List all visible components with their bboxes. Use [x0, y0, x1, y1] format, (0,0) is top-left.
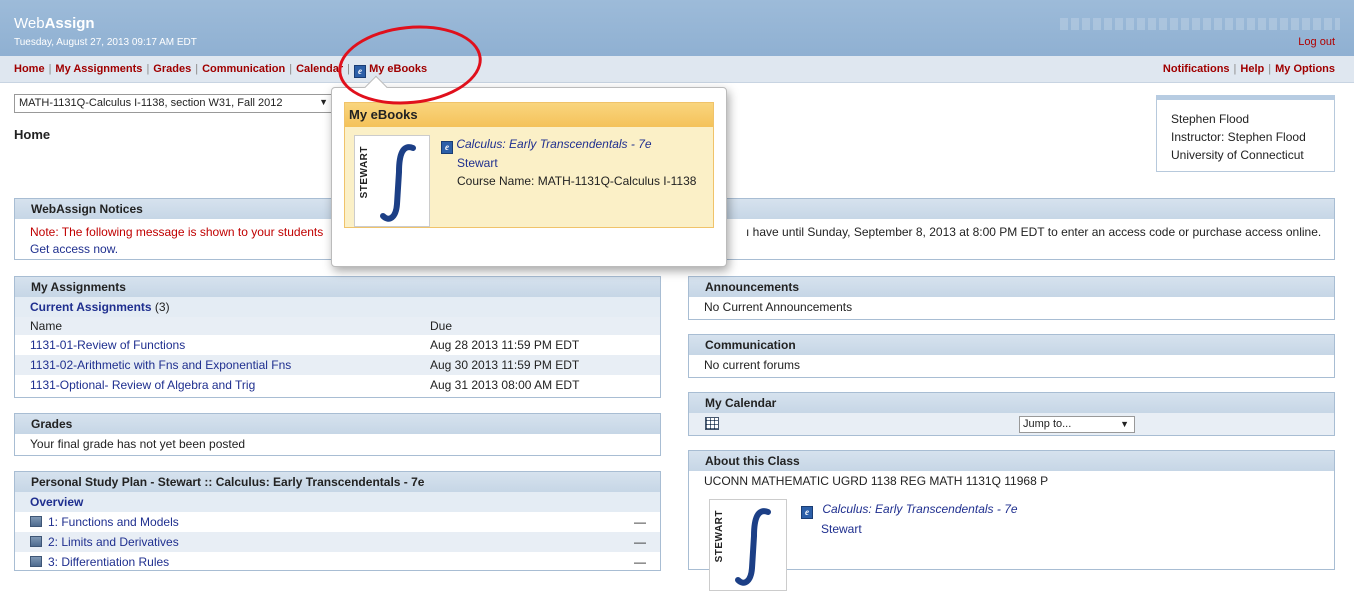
integral-sign-icon — [735, 508, 771, 586]
nav-help[interactable]: Help — [1240, 63, 1264, 75]
nav-my-options[interactable]: My Options — [1275, 63, 1335, 75]
calendar-panel: My Calendar Jump to... ▼ — [688, 392, 1335, 436]
user-school: University of Connecticut — [1171, 148, 1304, 162]
chapter-link[interactable]: 3: Differentiation Rules — [48, 555, 169, 569]
assignment-due: Aug 28 2013 11:59 PM EDT — [430, 338, 580, 352]
logout-link[interactable]: Log out — [1298, 36, 1335, 48]
about-class-panel: About this Class UCONN MATHEMATIC UGRD 1… — [688, 450, 1335, 591]
assignment-link[interactable]: 1131-Optional- Review of Algebra and Tri… — [30, 378, 255, 392]
popup-course-name: Course Name: MATH-1131Q-Calculus I-1138 — [457, 174, 697, 188]
communication-text: No current forums — [704, 358, 801, 372]
chapter-link[interactable]: 1: Functions and Models — [48, 515, 179, 529]
table-row: 1131-Optional- Review of Algebra and Tri… — [15, 375, 660, 395]
nav-my-assignments[interactable]: My Assignments — [55, 63, 142, 75]
grades-panel: Grades Your final grade has not yet been… — [14, 413, 661, 456]
book-cover-image[interactable]: STEWART — [709, 499, 787, 591]
notice-message-red: Note: The following message is shown to … — [30, 225, 324, 239]
assignments-header-row: Name Due — [15, 317, 660, 335]
user-info-box: Stephen Flood Instructor: Stephen Flood … — [1156, 95, 1335, 172]
nav-communication[interactable]: Communication — [202, 63, 285, 75]
current-assignments-count: (3) — [154, 300, 170, 314]
chapter-link[interactable]: 2: Limits and Derivatives — [48, 535, 179, 549]
current-datetime: Tuesday, August 27, 2013 09:17 AM EDT — [14, 37, 197, 48]
nav-right: Notifications | Help | My Options — [1162, 63, 1335, 75]
nav-grades[interactable]: Grades — [153, 63, 191, 75]
about-book-title-link[interactable]: Calculus: Early Transcendentals - 7e — [822, 502, 1017, 516]
announcements-title: Announcements — [689, 277, 1334, 297]
assignment-due: Aug 30 2013 11:59 PM EDT — [430, 358, 580, 372]
assignment-due: Aug 31 2013 08:00 AM EDT — [430, 378, 580, 392]
popup-book-title-link[interactable]: Calculus: Early Transcendentals - 7e — [456, 137, 651, 151]
chapter-status: — — [634, 515, 646, 529]
assignments-panel: My Assignments Current Assignments (3) N… — [14, 276, 661, 398]
overview-row: Overview — [15, 492, 660, 512]
cover-author: STEWART — [714, 510, 725, 563]
chapter-icon — [30, 516, 42, 527]
grades-text: Your final grade has not yet been posted — [30, 437, 246, 451]
nav-notifications[interactable]: Notifications — [1163, 63, 1230, 75]
ebook-icon: e — [801, 506, 813, 519]
page-title: Home — [14, 127, 51, 142]
current-assignments-link[interactable]: Current Assignments — [30, 300, 152, 314]
ebooks-popup: My eBooks STEWART e Calculus: Early Tran… — [331, 75, 727, 267]
current-assignments-row: Current Assignments (3) — [15, 297, 660, 317]
cover-author: STEWART — [359, 146, 370, 199]
calendar-title: My Calendar — [689, 393, 1334, 413]
assignments-title: My Assignments — [15, 277, 660, 297]
dropdown-caret-icon: ▼ — [1120, 419, 1129, 429]
course-select-value: MATH-1131Q-Calculus I-1138, section W31,… — [19, 97, 283, 109]
header-faded-text — [1060, 18, 1340, 30]
course-code: UCONN MATHEMATIC UGRD 1138 REG MATH 1131… — [704, 474, 1049, 488]
calendar-toolbar: Jump to... ▼ — [689, 413, 1334, 435]
list-item: 1: Functions and Models — — [15, 512, 660, 532]
calendar-icon[interactable] — [705, 417, 719, 430]
nav-calendar[interactable]: Calendar — [296, 63, 343, 75]
ebook-icon: e — [441, 141, 453, 154]
assignment-link[interactable]: 1131-01-Review of Functions — [30, 338, 185, 352]
table-row: 1131-02-Arithmetic with Fns and Exponent… — [15, 355, 660, 375]
ebooks-popup-title: My eBooks — [345, 103, 713, 127]
about-class-title: About this Class — [689, 451, 1334, 471]
integral-sign-icon — [380, 144, 416, 222]
popup-book-author-link[interactable]: Stewart — [457, 156, 498, 170]
grades-title: Grades — [15, 414, 660, 434]
nav-home[interactable]: Home — [14, 63, 45, 75]
col-name-header: Name — [30, 319, 63, 333]
user-name: Stephen Flood — [1171, 112, 1250, 126]
table-row: 1131-01-Review of Functions Aug 28 2013 … — [15, 335, 660, 355]
study-plan-title: Personal Study Plan - Stewart :: Calculu… — [15, 472, 660, 492]
book-cover-image[interactable]: STEWART — [354, 135, 430, 227]
main-nav: Home | My Assignments | Grades | Communication… — [0, 56, 1354, 83]
user-instructor: Instructor: Stephen Flood — [1171, 130, 1306, 144]
dropdown-caret-icon: ▼ — [319, 97, 328, 107]
col-due-header: Due — [430, 319, 453, 333]
ebooks-popup-content: My eBooks STEWART e Calculus: Early Tran… — [344, 102, 714, 228]
study-plan-panel: Personal Study Plan - Stewart :: Calculu… — [14, 471, 661, 571]
chapter-status: — — [634, 555, 646, 569]
jump-to-select[interactable]: Jump to... ▼ — [1019, 416, 1135, 433]
announcements-panel: Announcements No Current Announcements — [688, 276, 1335, 320]
about-book-info: e Calculus: Early Transcendentals - 7e S… — [801, 499, 1018, 539]
overview-link[interactable]: Overview — [30, 495, 83, 509]
webassign-logo[interactable]: WebAssign — [14, 15, 95, 32]
get-access-link[interactable]: Get access now. — [30, 242, 118, 256]
communication-panel: Communication No current forums — [688, 334, 1335, 378]
app-header: WebAssign Tuesday, August 27, 2013 09:17… — [0, 0, 1354, 56]
about-book-author-link[interactable]: Stewart — [821, 522, 862, 536]
jump-to-value: Jump to... — [1023, 418, 1072, 430]
list-item: 3: Differentiation Rules — — [15, 552, 660, 572]
chapter-icon — [30, 556, 42, 567]
course-select[interactable]: MATH-1131Q-Calculus I-1138, section W31,… — [14, 94, 334, 113]
list-item: 2: Limits and Derivatives — — [15, 532, 660, 552]
communication-title: Communication — [689, 335, 1334, 355]
announcements-text: No Current Announcements — [704, 300, 853, 314]
chapter-icon — [30, 536, 42, 547]
notice-message-rest: ı have until Sunday, September 8, 2013 a… — [746, 225, 1322, 239]
popup-book-info: e Calculus: Early Transcendentals - 7e S… — [441, 135, 696, 190]
assignment-link[interactable]: 1131-02-Arithmetic with Fns and Exponent… — [30, 358, 291, 372]
chapter-status: — — [634, 535, 646, 549]
